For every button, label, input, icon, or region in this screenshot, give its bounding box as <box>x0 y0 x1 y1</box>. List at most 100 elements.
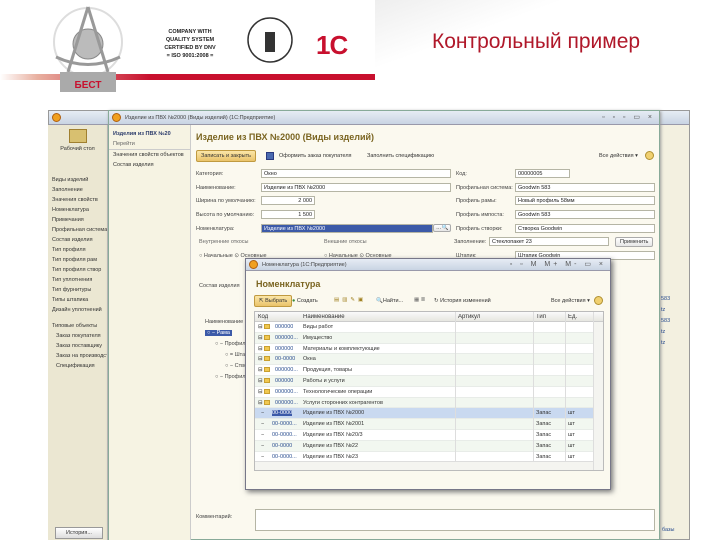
impost-profile-label: Профиль импоста: <box>456 212 504 218</box>
side-value: tz <box>661 340 666 346</box>
toolbar-icons[interactable]: ▤▥✎▣ <box>334 297 366 303</box>
comment-field[interactable] <box>255 509 655 531</box>
cell-name: Имущество <box>303 334 333 341</box>
service-list: Заказ покупателя Заказ поставщику Заказ на… <box>48 331 107 371</box>
order-button[interactable]: Оформить заказ покупателя <box>279 153 352 159</box>
table-row[interactable]: ⊟ 000000 Виды работ <box>255 322 603 333</box>
left-nav-item[interactable]: Профильная система <box>48 225 107 235</box>
select-label: Выбрать <box>265 298 288 304</box>
folder-icon: ⊟ <box>258 400 272 406</box>
cell-type: Запас <box>536 442 552 449</box>
desktop-button[interactable]: Рабочий стол <box>48 125 107 165</box>
horizontal-scrollbar[interactable] <box>255 461 593 470</box>
table-row[interactable]: ⊟ 000000 Работы и услуги <box>255 375 603 387</box>
nomenclature-search-icon[interactable]: …🔍 <box>433 224 452 232</box>
left-nav-item[interactable]: Тип уплотнения <box>48 275 107 285</box>
left-nav-item[interactable]: Тип профиля створ <box>48 265 107 275</box>
table-row[interactable]: ⊟ 000000... Продукция, товары <box>255 365 603 376</box>
nomenclature-field[interactable]: Изделие из ПВХ №2000 <box>261 224 433 233</box>
left-nav-item[interactable]: Виды изделий <box>48 175 107 185</box>
fill-field[interactable]: Стеклопакет 23 <box>489 237 609 246</box>
side-value: tz <box>661 307 666 313</box>
service-item[interactable]: Спецификация <box>48 361 107 371</box>
nav-item-composition[interactable]: Состав изделия <box>109 160 190 170</box>
table-body: ⊟ 000000 Виды работ ⊟ 000000... Имущество ⊟ … <box>255 322 603 463</box>
folder-icon: ⊟ <box>258 356 272 362</box>
code-field[interactable]: 00000005 <box>515 169 570 178</box>
col-name[interactable]: Наименование <box>303 314 345 320</box>
left-nav-item[interactable]: Тип фурнитуры <box>48 285 107 295</box>
left-nav-item[interactable]: Типы штапика <box>48 295 107 305</box>
profile-system-field[interactable]: Goodwin 583 <box>515 183 655 192</box>
nav-item-properties[interactable]: Значения свойств объектов <box>109 150 190 160</box>
side-values-column: 583 tz 583 tz tz <box>661 296 670 351</box>
col-type[interactable]: Тип <box>536 314 546 320</box>
tree-root[interactable]: ○ − Рама <box>205 330 232 336</box>
table-row[interactable]: −00-0000... Изделие из ПВХ №2001 Запас шт <box>255 419 603 430</box>
desktop-icon <box>68 129 87 143</box>
vertical-scrollbar[interactable] <box>593 322 603 470</box>
code-label: Код: <box>456 171 467 177</box>
left-nav-item[interactable]: Тип профиля рам <box>48 255 107 265</box>
save-close-button[interactable]: Записать и закрыть <box>196 150 257 162</box>
find-button[interactable]: 🔍Найти... <box>376 298 403 304</box>
table-row[interactable]: ⊟ 000000... Имущество <box>255 332 603 344</box>
help-icon[interactable] <box>645 151 654 160</box>
cell-name: Технологические операции <box>303 388 373 395</box>
window-controls[interactable]: ▫ ▫ ▫ ▭ × <box>602 113 655 121</box>
window-controls[interactable]: ▫ ▫ M M+ M- ▭ × <box>510 260 606 268</box>
apply-button[interactable]: Применить <box>615 237 654 247</box>
1c-icon <box>249 260 258 269</box>
table-row[interactable]: ⊟ 000000... Услуги сторонних контрагентов <box>255 397 603 409</box>
col-unit[interactable]: Ед. <box>568 314 577 320</box>
impost-profile-field[interactable]: Goodwin 583 <box>515 210 655 219</box>
name-field[interactable]: Изделие из ПВХ №2000 <box>261 183 451 192</box>
tree-item[interactable]: ○ − Профиль <box>215 341 248 347</box>
col-code[interactable]: Код <box>258 314 268 320</box>
all-actions-menu[interactable]: Все действия ▾ <box>599 153 638 159</box>
tree-item[interactable]: ○ − Профиль <box>215 374 248 380</box>
col-article[interactable]: Артикул <box>458 314 480 320</box>
all-actions-menu[interactable]: Все действия ▾ <box>551 298 590 304</box>
height-label: Высота по умолчанию: <box>196 212 255 218</box>
left-nav-item[interactable]: Примечания <box>48 215 107 225</box>
width-field[interactable]: 2 000 <box>261 196 315 205</box>
left-nav-item[interactable]: Заполнение <box>48 185 107 195</box>
left-nav-item[interactable]: Значения свойств <box>48 195 107 205</box>
nav-goto: Перейти <box>109 139 190 150</box>
help-icon[interactable] <box>594 296 603 305</box>
table-row[interactable]: −00-0000 Изделие из ПВХ №22 Запас шт <box>255 440 603 452</box>
list-icons[interactable]: ▦ ≣ <box>414 297 425 303</box>
height-field[interactable]: 1 500 <box>261 210 315 219</box>
cell-type: Запас <box>536 410 552 417</box>
service-item[interactable]: Заказ поставщику <box>48 341 107 351</box>
left-nav-item[interactable]: Состав изделия <box>48 235 107 245</box>
left-nav-item[interactable]: Дизайн уплотнений <box>48 305 107 315</box>
service-item[interactable]: Заказ покупателя <box>48 331 107 341</box>
sash-profile-field[interactable]: Створка Goodwin <box>515 224 655 233</box>
side-value: 583 <box>661 296 671 302</box>
table-row[interactable]: ⊟ 000000... Технологические операции <box>255 387 603 398</box>
frame-profile-field[interactable]: Новый профиль 58мм <box>515 196 655 205</box>
cell-code: 000000... <box>275 399 298 406</box>
service-item[interactable]: Заказ на производство <box>48 351 107 361</box>
width-label: Ширина по умолчанию: <box>196 198 256 204</box>
popup-heading: Номенклатура <box>256 279 321 289</box>
save-icon[interactable] <box>266 152 274 160</box>
cell-code: 000000... <box>275 388 298 395</box>
table-row[interactable]: ⊟ 00-0000 Окна <box>255 354 603 366</box>
create-button[interactable]: ● Создать <box>292 298 318 304</box>
select-button[interactable]: ⇱ Выбрать <box>254 295 293 307</box>
table-row[interactable]: −00-0000... Изделие из ПВХ №20/3 Запас шт <box>255 430 603 441</box>
table-row[interactable]: ⊟ 000000 Материалы и комплектующие <box>255 344 603 355</box>
cell-code: 00-0000 <box>272 410 293 417</box>
category-field[interactable]: Окно <box>261 169 451 178</box>
fill-spec-button[interactable]: Заполнить спецификацию <box>367 153 434 159</box>
side-value: tz <box>661 329 666 335</box>
radio-label: Начальные <box>203 253 233 259</box>
left-nav-item[interactable]: Тип профиля <box>48 245 107 255</box>
history-changes-button[interactable]: ↻ История изменений <box>434 298 491 304</box>
history-button[interactable]: История... <box>55 527 103 539</box>
left-nav-item[interactable]: Номенклатура <box>48 205 107 215</box>
table-row[interactable]: −00-0000 Изделие из ПВХ №2000 Запас шт <box>255 408 603 420</box>
